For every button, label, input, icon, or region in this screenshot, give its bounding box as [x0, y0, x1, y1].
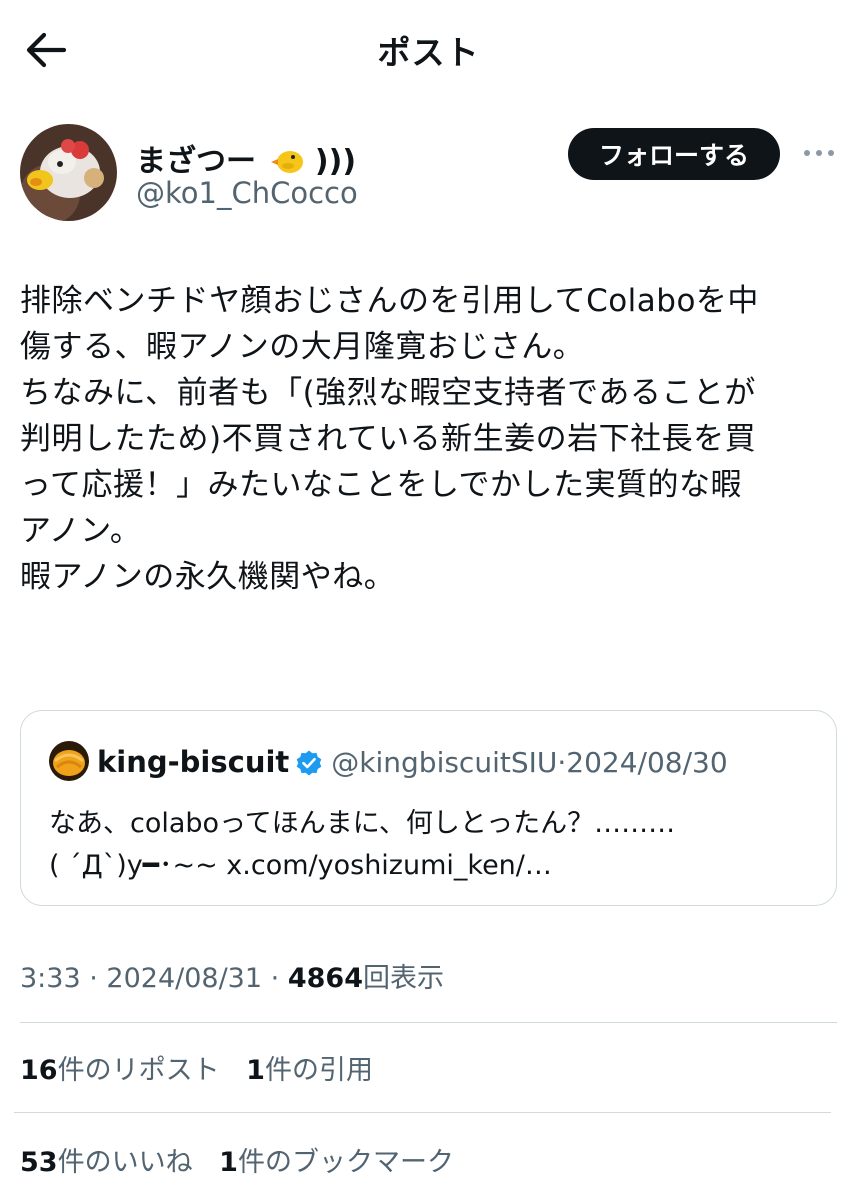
- bookmarks-label: 件のブックマーク: [237, 1147, 454, 1178]
- post-date[interactable]: 2024/08/31: [106, 963, 262, 994]
- quotes-count: 1: [246, 1055, 265, 1086]
- more-icon: [804, 150, 834, 156]
- page-title: ポスト: [377, 33, 480, 72]
- likes-stat[interactable]: 53件のいいね: [20, 1147, 193, 1178]
- stats-row-reposts: 16件のリポスト 1件の引用: [20, 1048, 391, 1087]
- post-line: 傷する、暇アノンの大月隆寛おじさん。: [20, 329, 585, 365]
- reposts-stat[interactable]: 16件のリポスト: [20, 1055, 220, 1086]
- bookmarks-stat[interactable]: 1件のブックマーク: [219, 1147, 454, 1178]
- quoted-text-line: ( ´Д`)y━･~~ x.com/yoshizumi_ken/…: [49, 850, 552, 881]
- post-line: 暇アノンの永久機関やね。: [20, 559, 396, 595]
- reposts-label: 件のリポスト: [57, 1055, 220, 1086]
- view-count: 4864: [287, 963, 363, 994]
- post-line: ちなみに、前者も「(強烈な暇空支持者であることが: [20, 375, 756, 411]
- meta-separator: ·: [89, 963, 98, 994]
- author-row: まざつー ))) @ko1_ChCocco フォローする: [20, 124, 837, 224]
- view-count-label: 回表示: [362, 963, 444, 994]
- post-line: 判明したため)不買されている新生姜の岩下社長を買: [20, 421, 757, 457]
- quoted-post-header: king-biscuit @kingbiscuitSIU·2024/08/30: [49, 741, 728, 784]
- quoted-text-line: なあ、colaboってほんまに、何しとったん？………: [49, 808, 676, 839]
- quotes-label: 件の引用: [264, 1055, 373, 1086]
- quoted-author-handle: @kingbiscuitSIU: [331, 746, 558, 779]
- meta-separator: ·: [270, 963, 280, 994]
- verified-badge-icon: [295, 749, 323, 784]
- divider: [20, 1022, 837, 1023]
- reposts-count: 16: [20, 1055, 58, 1086]
- bookmarks-count: 1: [219, 1147, 238, 1178]
- author-name-suffix: ))): [314, 144, 357, 179]
- more-options-button[interactable]: [802, 140, 836, 166]
- author-handle[interactable]: @ko1_ChCocco: [136, 176, 358, 210]
- likes-count: 53: [20, 1147, 58, 1178]
- post-time[interactable]: 3:33: [20, 963, 81, 994]
- post-text: 排除ベンチドヤ顔おじさんのを引用してColaboを中 傷する、暇アノンの大月隆寛…: [20, 278, 840, 600]
- post-line: って応援！」みたいなことをしでかした実質的な暇: [20, 467, 743, 503]
- post-meta: 3:33 · 2024/08/31 · 4864回表示: [20, 956, 444, 995]
- follow-button[interactable]: フォローする: [568, 128, 780, 180]
- top-bar: ポスト: [0, 0, 857, 100]
- stats-row-likes: 53件のいいね 1件のブックマーク: [20, 1140, 472, 1179]
- avatar[interactable]: [20, 124, 117, 221]
- quoted-date: 2024/08/30: [566, 746, 728, 779]
- quoted-separator: ·: [557, 746, 567, 779]
- quotes-stat[interactable]: 1件の引用: [246, 1055, 373, 1086]
- quoted-post-text: なあ、colaboってほんまに、何しとったん？……… ( ´Д`)y━･~~ x…: [49, 803, 809, 887]
- post-line: 排除ベンチドヤ顔おじさんのを引用してColaboを中: [20, 283, 759, 319]
- quoted-avatar: [49, 741, 89, 781]
- divider: [14, 1112, 831, 1113]
- post-line: アノン。: [20, 513, 142, 549]
- author-name-text: まざつー: [136, 144, 256, 179]
- likes-label: 件のいいね: [57, 1147, 193, 1178]
- quoted-author-name: king-biscuit: [97, 745, 290, 779]
- quoted-post-card[interactable]: king-biscuit @kingbiscuitSIU·2024/08/30 …: [20, 710, 837, 906]
